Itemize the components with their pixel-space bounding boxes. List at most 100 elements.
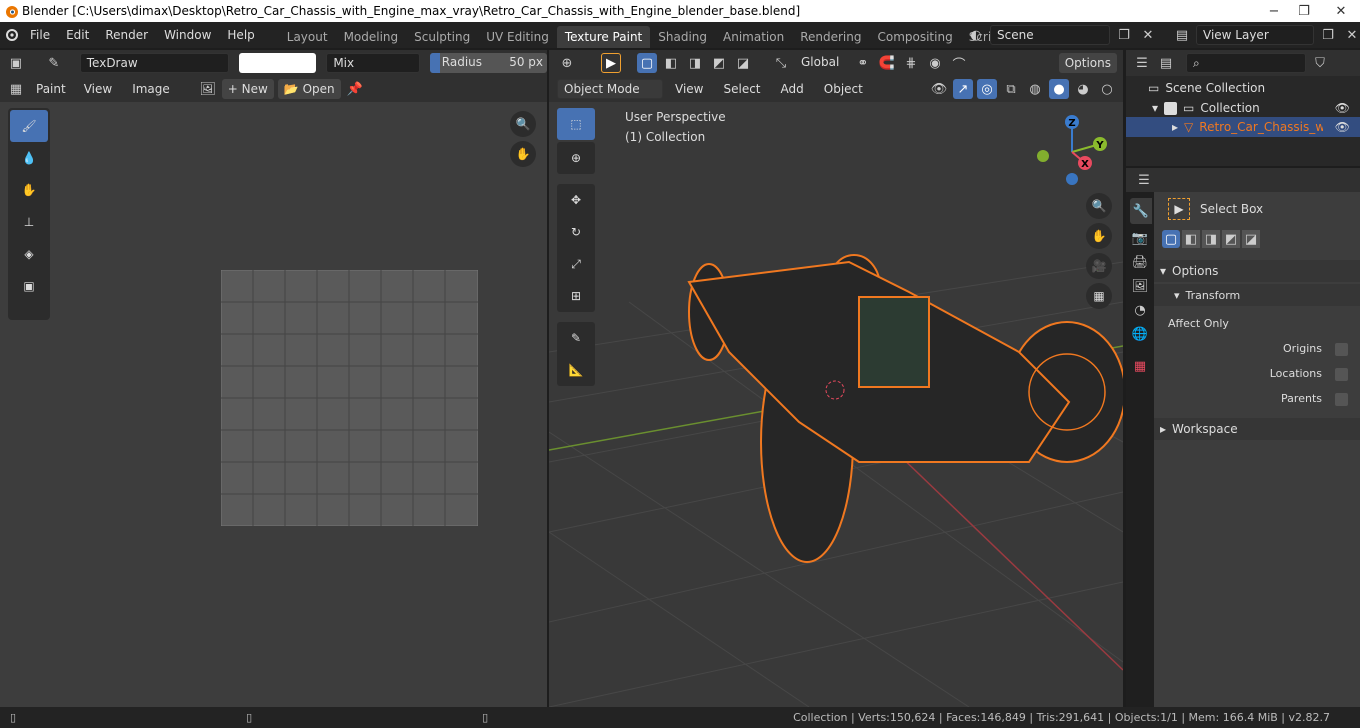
view-layer-icon[interactable]: ▤ <box>1172 25 1192 45</box>
falloff-icon[interactable]: ⌒ <box>949 53 969 73</box>
delete-scene-icon[interactable]: ✕ <box>1138 25 1158 45</box>
delete-view-layer-icon[interactable]: ✕ <box>1342 25 1360 45</box>
snap-target-icon[interactable]: ⋕ <box>901 53 921 73</box>
expand-object-icon[interactable]: ▸ <box>1172 120 1178 134</box>
maximize-button[interactable]: ❐ <box>1290 0 1318 22</box>
fill-tool-icon[interactable]: ◈ <box>10 238 48 270</box>
smear-tool-icon[interactable]: ✋ <box>10 174 48 206</box>
transform-subsection[interactable]: ▾ Transform <box>1154 284 1360 306</box>
wireframe-shading-icon[interactable]: ◍ <box>1025 79 1045 99</box>
menu-view[interactable]: View <box>76 82 120 96</box>
transform-tool-icon[interactable]: ⊞ <box>557 280 595 312</box>
mask-tool-icon[interactable]: ▣ <box>10 270 48 302</box>
radius-slider[interactable]: Radius 50 px <box>429 53 548 73</box>
rotate-tool-icon[interactable]: ↻ <box>557 216 595 248</box>
mode-extend-icon[interactable]: ◧ <box>1182 230 1200 248</box>
select-subtract-icon[interactable]: ◨ <box>685 53 705 73</box>
output-tab-icon[interactable]: 🖨 <box>1130 252 1150 272</box>
menu-render[interactable]: Render <box>97 28 156 42</box>
outliner-search-input[interactable]: ⌕ <box>1186 53 1306 73</box>
menu-window[interactable]: Window <box>156 28 219 42</box>
menu-object[interactable]: Object <box>816 82 871 96</box>
tab-animation[interactable]: Animation <box>715 26 792 48</box>
tool-tab-icon[interactable]: 🔧 <box>1130 198 1152 224</box>
view-layer-field[interactable]: View Layer <box>1196 25 1314 45</box>
select-intersect-icon[interactable]: ◪ <box>733 53 753 73</box>
ortho-toggle-icon[interactable]: ▦ <box>1086 283 1112 309</box>
object-row[interactable]: ▸ ▽ Retro_Car_Chassis_with_ 👁 <box>1126 117 1360 137</box>
gizmo-icon[interactable]: ↗ <box>953 79 973 99</box>
viewport-canvas[interactable] <box>549 102 1123 707</box>
pivot-icon[interactable]: ⚭ <box>853 53 873 73</box>
annotate-tool-icon[interactable]: ✎ <box>557 322 595 354</box>
world-tab-icon[interactable]: 🌐 <box>1130 324 1150 344</box>
brush-name-field[interactable]: TexDraw <box>79 53 229 73</box>
tab-texture-paint[interactable]: Texture Paint <box>556 26 651 48</box>
tab-compositing[interactable]: Compositing <box>869 26 960 48</box>
select-box-tool-icon[interactable]: ⬚ <box>557 108 595 140</box>
visibility-icon[interactable]: 👁 <box>929 79 949 99</box>
car-chassis-model[interactable] <box>687 254 1123 563</box>
options-button[interactable]: Options <box>1058 53 1117 73</box>
navigation-gizmo[interactable]: Z Y X <box>1030 110 1116 192</box>
measure-tool-icon[interactable]: 📐 <box>557 354 595 386</box>
proportional-edit-icon[interactable]: ◉ <box>925 53 945 73</box>
tab-layout[interactable]: Layout <box>279 26 336 48</box>
parents-checkbox[interactable] <box>1335 393 1348 406</box>
select-box-icon[interactable]: ▶ <box>1168 198 1190 220</box>
new-image-button[interactable]: + New <box>221 79 274 99</box>
mode-set-icon[interactable]: ▢ <box>1162 230 1180 248</box>
texture-tab-icon[interactable]: ▦ <box>1130 356 1150 376</box>
move-tool-icon[interactable]: ✥ <box>557 184 595 216</box>
zoom-icon[interactable]: 🔍 <box>510 111 536 137</box>
options-section[interactable]: ▾ Options <box>1154 260 1360 282</box>
menu-select[interactable]: Select <box>715 82 768 96</box>
collection-checkbox[interactable] <box>1164 101 1178 115</box>
scene-icon[interactable]: ◐ <box>966 25 986 45</box>
origins-checkbox[interactable] <box>1335 343 1348 356</box>
menu-edit[interactable]: Edit <box>58 28 97 42</box>
camera-view-icon[interactable]: 🎥 <box>1086 253 1112 279</box>
blender-menu-icon[interactable] <box>2 25 22 45</box>
neg-y-axis-icon[interactable] <box>1037 150 1049 162</box>
image-browse-icon[interactable]: 🖼 <box>198 79 218 99</box>
editor-type-icon[interactable]: ▣ <box>6 53 26 73</box>
mode-select[interactable]: Paint <box>30 79 72 99</box>
scene-collection-row[interactable]: ▭ Scene Collection <box>1148 78 1265 98</box>
tab-rendering[interactable]: Rendering <box>792 26 869 48</box>
mode-invert-icon[interactable]: ◩ <box>1222 230 1240 248</box>
orientation-icon[interactable]: ⤡ <box>771 53 791 73</box>
view-layer-tab-icon[interactable]: 🖼 <box>1130 276 1150 296</box>
tab-uv-editing[interactable]: UV Editing <box>478 26 557 48</box>
workspace-section[interactable]: ▸ Workspace <box>1154 418 1360 440</box>
soften-tool-icon[interactable]: 💧 <box>10 142 48 174</box>
select-extend-icon[interactable]: ◧ <box>661 53 681 73</box>
collection-visibility-icon[interactable]: 👁 <box>1335 101 1350 115</box>
neg-z-axis-icon[interactable] <box>1066 173 1078 185</box>
tab-modeling[interactable]: Modeling <box>336 26 407 48</box>
expand-icon[interactable]: ▾ <box>1152 101 1158 115</box>
viewport-zoom-icon[interactable]: 🔍 <box>1086 193 1112 219</box>
render-tab-icon[interactable]: 📷 <box>1130 228 1150 248</box>
mode-subtract-icon[interactable]: ◨ <box>1202 230 1220 248</box>
xray-icon[interactable]: ⧉ <box>1001 79 1021 99</box>
menu-add[interactable]: Add <box>773 82 812 96</box>
brush-color-swatch[interactable] <box>238 53 317 73</box>
viewport-pan-icon[interactable]: ✋ <box>1086 223 1112 249</box>
clone-tool-icon[interactable]: ⊥ <box>10 206 48 238</box>
draw-tool-icon[interactable]: 🖌 <box>10 110 48 142</box>
outliner-type-icon[interactable]: ☰ <box>1132 53 1152 73</box>
new-view-layer-icon[interactable]: ❐ <box>1318 25 1338 45</box>
orientation-select[interactable]: Global <box>795 53 849 73</box>
blend-mode-select[interactable]: Mix <box>326 53 420 73</box>
close-button[interactable]: ✕ <box>1322 0 1360 22</box>
mode-intersect-icon[interactable]: ◪ <box>1242 230 1260 248</box>
open-image-button[interactable]: 📂 Open <box>277 79 341 99</box>
locations-checkbox[interactable] <box>1335 368 1348 381</box>
filter-icon[interactable]: ⛉ <box>1310 53 1330 73</box>
object-visibility-icon[interactable]: 👁 <box>1335 120 1350 134</box>
minimize-button[interactable]: − <box>1260 0 1288 22</box>
solid-shading-icon[interactable]: ● <box>1049 79 1069 99</box>
tab-shading[interactable]: Shading <box>650 26 715 48</box>
select-new-icon[interactable]: ▢ <box>637 53 657 73</box>
